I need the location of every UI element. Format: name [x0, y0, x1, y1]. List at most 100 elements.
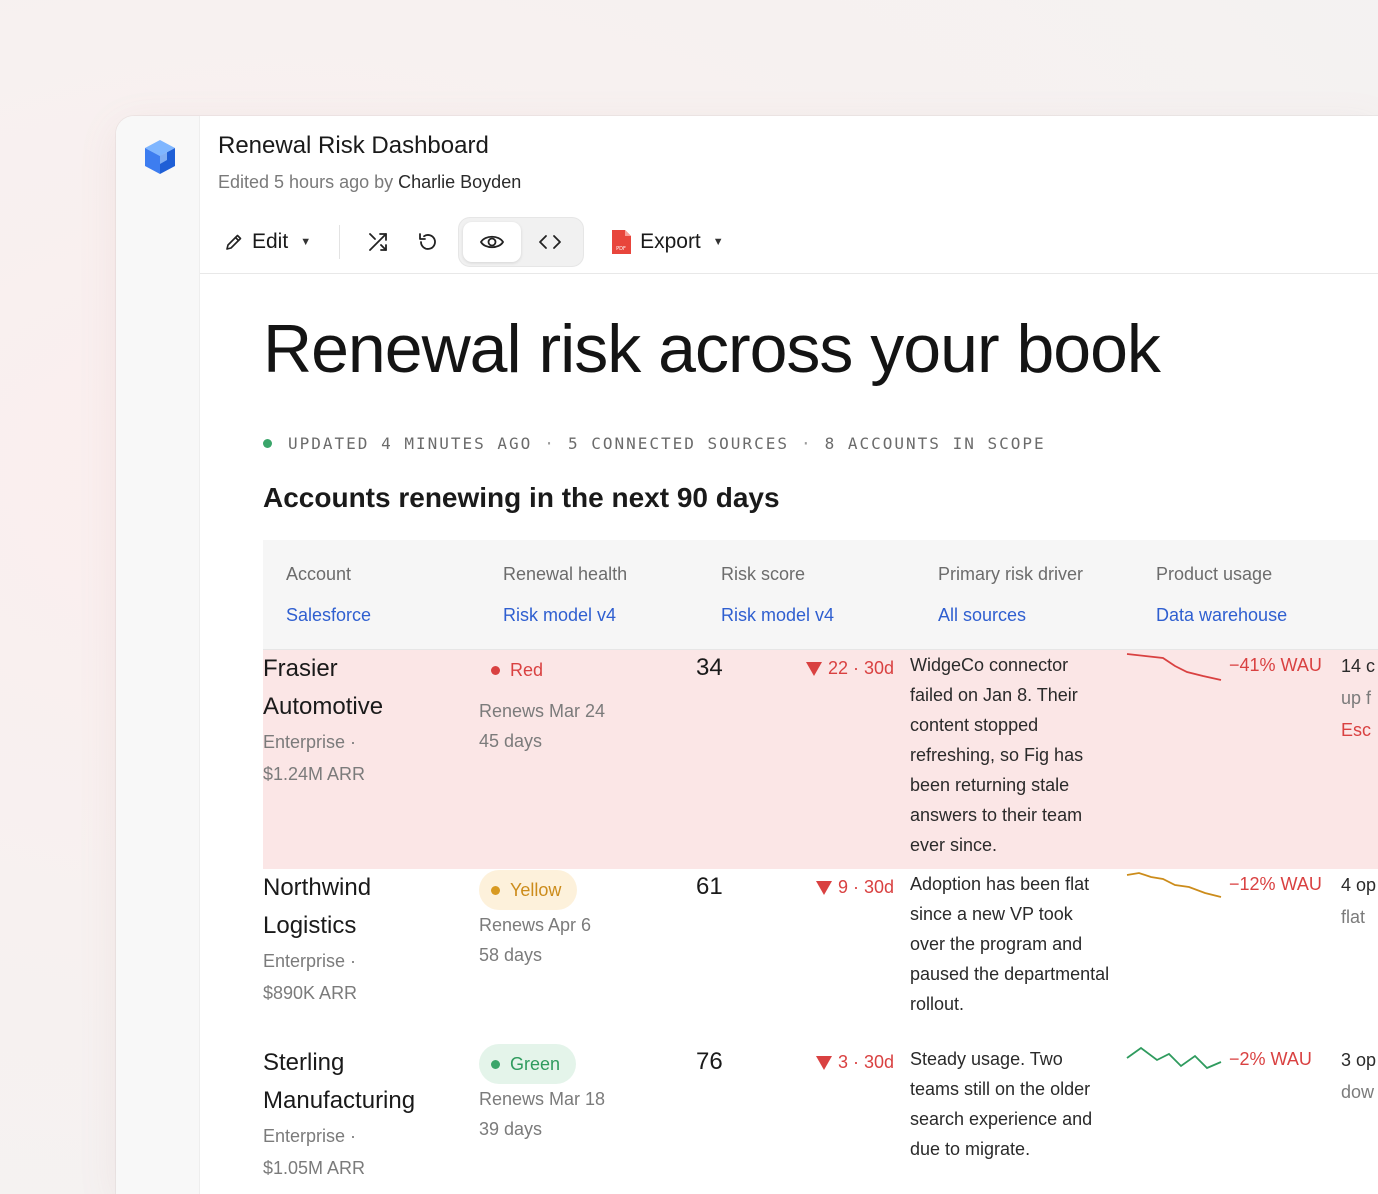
- wau-change: −2% WAU: [1229, 1049, 1312, 1069]
- status-dot: [491, 665, 500, 675]
- account-cell: Frasier Automotive Enterprise · $1.24M ARR: [263, 650, 463, 790]
- updated-text: UPDATED 4 MINUTES AGO: [288, 434, 533, 453]
- preview-view-button[interactable]: [463, 222, 522, 262]
- document-header: Renewal Risk Dashboard Edited 5 hours ag…: [200, 116, 1378, 274]
- undo-button[interactable]: [408, 222, 448, 262]
- cube-icon[interactable]: [143, 138, 177, 176]
- column-label: Account: [286, 564, 352, 584]
- table-header: Account Salesforce Renewal health Risk m…: [263, 540, 1378, 650]
- wau-change: −12% WAU: [1229, 874, 1322, 894]
- table-row[interactable]: Frasier Automotive Enterprise · $1.24M ARR…: [263, 650, 1378, 869]
- account-meta: Enterprise · $890K ARR: [263, 951, 358, 1003]
- risk-score-delta: 22 · 30d: [806, 658, 894, 679]
- account-name[interactable]: Frasier Automotive: [263, 650, 463, 726]
- renewal-health-cell: Yellow Renews Apr 6 58 days: [479, 870, 591, 970]
- column-source-link[interactable]: Data warehouse: [1156, 605, 1287, 626]
- column-header-renewal-health[interactable]: Renewal health Risk model v4: [503, 564, 627, 626]
- column-label: Renewal health: [503, 564, 628, 584]
- status-badge: Green: [479, 1044, 577, 1084]
- renewal-date: Renews Mar 24 45 days: [479, 701, 606, 751]
- risk-score-value: 61: [696, 873, 723, 900]
- column-source-link[interactable]: Salesforce: [286, 605, 371, 626]
- wau-change: −41% WAU: [1229, 655, 1322, 675]
- undo-icon: [419, 233, 436, 250]
- renewal-health-cell: Red Renews Mar 24 45 days: [479, 650, 605, 756]
- column-header-account[interactable]: Account Salesforce: [286, 564, 371, 626]
- down-triangle-icon: [816, 880, 832, 895]
- down-triangle-icon: [816, 1055, 832, 1070]
- usage-sparkline: [1125, 650, 1223, 695]
- usage-sparkline: [1125, 1044, 1223, 1089]
- edit-label: Edit: [252, 230, 289, 253]
- status-badge: Red: [479, 650, 559, 690]
- renewal-health-cell: Green Renews Mar 18 39 days: [479, 1044, 605, 1144]
- page-heading: Renewal risk across your book: [263, 311, 1161, 387]
- accounts-table: Account Salesforce Renewal health Risk m…: [263, 540, 1378, 1194]
- edited-by[interactable]: Charlie Boyden: [398, 172, 521, 192]
- risk-score-delta: 3 · 30d: [816, 1052, 894, 1073]
- risk-score-value: 34: [696, 654, 723, 681]
- account-meta: Enterprise · $1.05M ARR: [263, 1126, 366, 1178]
- status-dot: [491, 885, 500, 895]
- account-meta: Enterprise · $1.24M ARR: [263, 732, 366, 784]
- account-name[interactable]: Sterling Manufacturing: [263, 1044, 463, 1120]
- chevron-down-icon: ▼: [300, 236, 312, 248]
- column-source-link[interactable]: Risk model v4: [721, 605, 834, 626]
- column-label: Primary risk driver: [938, 564, 1084, 584]
- pdf-icon: PDF: [612, 230, 632, 254]
- svg-text:PDF: PDF: [616, 246, 626, 252]
- edit-button[interactable]: Edit ▼: [218, 222, 317, 262]
- status-dot: [491, 1059, 500, 1069]
- renewal-date: Renews Apr 6 58 days: [479, 915, 592, 965]
- risk-driver-text: Adoption has been flat since a new VP to…: [910, 874, 1110, 1014]
- export-label: Export: [640, 230, 701, 253]
- status-line: UPDATED 4 MINUTES AGO · 5 CONNECTED SOUR…: [263, 434, 1046, 453]
- document-title: Renewal Risk Dashboard: [218, 132, 489, 159]
- column-header-risk-score[interactable]: Risk score Risk model v4: [721, 564, 834, 626]
- shuffle-button[interactable]: [358, 222, 398, 262]
- toolbar-divider: [339, 225, 341, 259]
- column-label: Product usage: [1156, 564, 1273, 584]
- table-row[interactable]: Northwind Logistics Enterprise · $890K ARR…: [263, 869, 1378, 1044]
- account-cell: Northwind Logistics Enterprise · $890K ARR: [263, 869, 463, 1009]
- meta-separator: ·: [800, 434, 813, 453]
- column-header-primary-risk-driver[interactable]: Primary risk driver All sources: [938, 564, 1083, 626]
- renewal-date: Renews Mar 18 39 days: [479, 1089, 606, 1139]
- column-source-link[interactable]: All sources: [938, 605, 1083, 626]
- column-source-link[interactable]: Risk model v4: [503, 605, 627, 626]
- next-column-truncated: 3 op dow: [1341, 1050, 1377, 1102]
- table-row[interactable]: Sterling Manufacturing Enterprise · $1.05M…: [263, 1044, 1378, 1194]
- account-cell: Sterling Manufacturing Enterprise · $1.05M…: [263, 1044, 463, 1184]
- usage-sparkline: [1125, 869, 1223, 914]
- document-body: Renewal risk across your book UPDATED 4 …: [200, 274, 1378, 1194]
- pencil-icon: [226, 234, 242, 250]
- down-triangle-icon: [806, 661, 822, 676]
- risk-score-value: 76: [696, 1048, 723, 1075]
- view-toggle: [458, 217, 585, 267]
- risk-driver-text: Steady usage. Two teams still on the old…: [910, 1049, 1093, 1159]
- next-column-truncated: 4 op flat: [1341, 875, 1377, 927]
- risk-driver-text: WidgeCo connector failed on Jan 8. Their…: [910, 655, 1084, 855]
- shuffle-icon: [369, 233, 387, 251]
- account-name[interactable]: Northwind Logistics: [263, 869, 463, 945]
- eye-icon: [480, 235, 505, 249]
- toolbar: Edit ▼ PDF Export ▼: [218, 216, 730, 268]
- section-title: Accounts renewing in the next 90 days: [263, 482, 780, 513]
- meta-separator: ·: [544, 434, 556, 453]
- status-badge: Yellow: [479, 870, 578, 910]
- left-rail: [116, 116, 200, 1194]
- next-column-truncated: 14 c up f Esc: [1341, 656, 1376, 740]
- scope-text: 8 ACCOUNTS IN SCOPE: [824, 434, 1046, 453]
- edited-info: Edited 5 hours ago by Charlie Boyden: [218, 172, 521, 193]
- risk-score-delta: 9 · 30d: [816, 877, 894, 898]
- column-label: Risk score: [721, 564, 806, 584]
- live-status-dot: [263, 439, 272, 448]
- code-view-button[interactable]: [521, 222, 579, 262]
- code-icon: [539, 235, 561, 249]
- column-header-product-usage[interactable]: Product usage Data warehouse: [1156, 564, 1287, 626]
- sources-text: 5 CONNECTED SOURCES: [567, 434, 789, 453]
- chevron-down-icon: ▼: [712, 236, 724, 248]
- export-button[interactable]: PDF Export ▼: [604, 222, 730, 262]
- edited-prefix: Edited 5 hours ago by: [218, 172, 394, 192]
- app-window: Renewal Risk Dashboard Edited 5 hours ag…: [116, 116, 1378, 1194]
